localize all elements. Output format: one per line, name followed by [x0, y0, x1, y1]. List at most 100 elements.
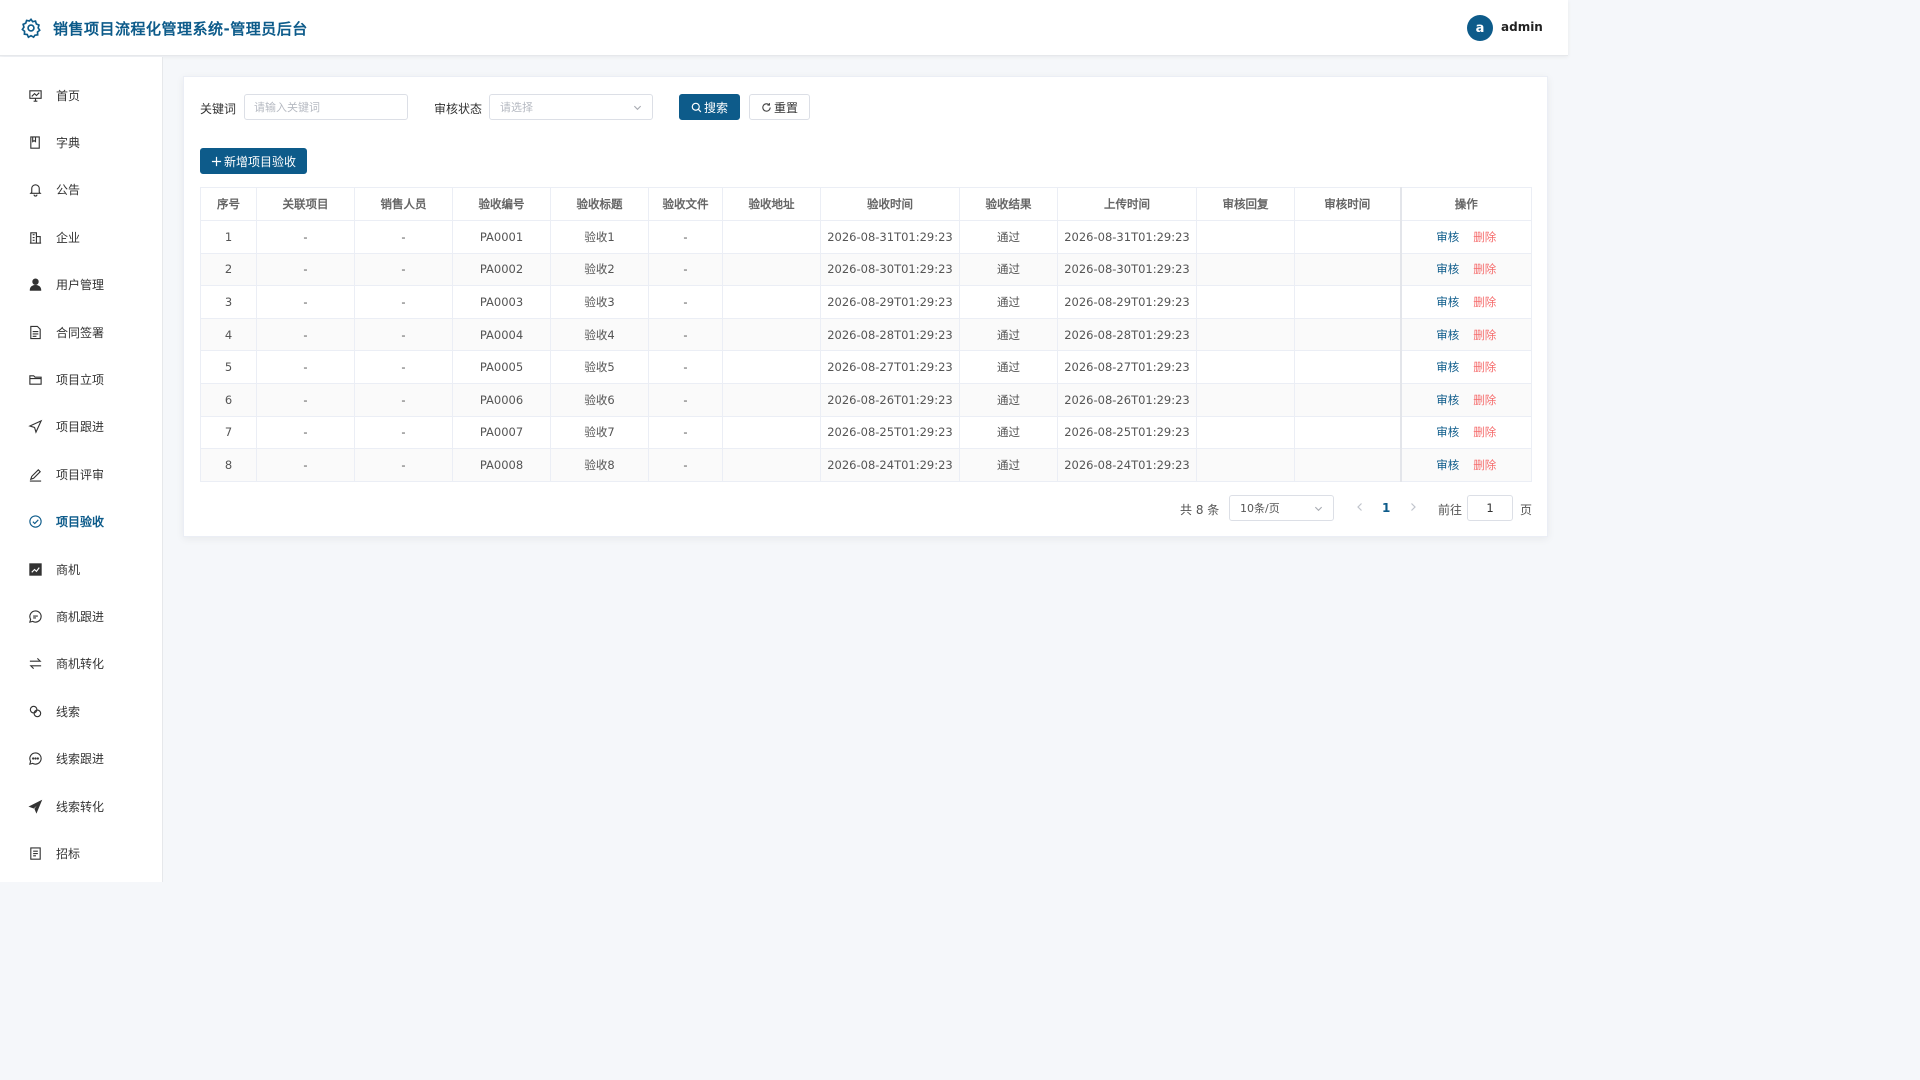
reset-button-label: 重置 [773, 100, 798, 115]
sidebar-item-15[interactable]: 线索转化 [0, 786, 162, 826]
table-cell: - [648, 448, 723, 482]
column-header: 验收结果 [959, 187, 1058, 221]
delete-button[interactable]: 删除 [1473, 295, 1496, 309]
search-button[interactable]: 搜索 [679, 94, 740, 120]
chevron-down-icon [633, 105, 642, 111]
table-cell: 2026-08-24T01:29:23 [820, 448, 960, 482]
column-header: 上传时间 [1057, 187, 1197, 221]
sidebar-item-label: 项目立项 [56, 372, 105, 387]
sidebar-item-11[interactable]: 商机跟进 [0, 596, 162, 636]
sidebar-item-3[interactable]: 企业 [0, 217, 162, 257]
sidebar-item-6[interactable]: 项目立项 [0, 359, 162, 399]
table-cell: 2026-08-24T01:29:23 [1057, 448, 1197, 482]
table-cell: 验收4 [550, 317, 649, 352]
delete-button[interactable]: 删除 [1473, 393, 1496, 407]
table-row: 1- - PA0001 验收1-2026-08-31T01:29:23 通过 2026-0… [200, 220, 1532, 254]
sidebar-item-1[interactable]: 字典 [0, 122, 162, 162]
table-cell [1196, 350, 1295, 384]
sidebar-item-5[interactable]: 合同签署 [0, 312, 162, 352]
status-select[interactable]: 请选择 [489, 94, 653, 120]
audit-button[interactable]: 审核 [1436, 360, 1459, 374]
sidebar-item-label: 企业 [56, 230, 81, 245]
sidebar-item-label: 线索转化 [56, 799, 105, 814]
sidebar-item-14[interactable]: 线索跟进 [0, 739, 162, 779]
delete-button[interactable]: 删除 [1473, 328, 1496, 342]
sidebar-item-10[interactable]: 商机 [0, 549, 162, 589]
audit-button[interactable]: 审核 [1436, 393, 1459, 407]
table-cell: - [648, 285, 723, 319]
table-cell: 验收2 [550, 252, 649, 287]
delete-button[interactable]: 删除 [1473, 425, 1496, 439]
table-row: 4- - PA0004 验收4-2026-08-28T01:29:23 通过 2026-0… [200, 317, 1532, 352]
table-cell [1196, 285, 1295, 319]
audit-button[interactable]: 审核 [1436, 295, 1459, 309]
table-cell: 2026-08-26T01:29:23 [1057, 382, 1197, 417]
sidebar-item-12[interactable]: 商机转化 [0, 644, 162, 684]
keyword-label: 关键词 [200, 102, 237, 116]
avatar[interactable]: a [1467, 15, 1493, 41]
goto-page-input[interactable] [1467, 495, 1513, 521]
audit-button[interactable]: 审核 [1436, 262, 1459, 276]
sidebar-item-7[interactable]: 项目跟进 [0, 407, 162, 447]
delete-button[interactable]: 删除 [1473, 230, 1496, 244]
sidebar-item-16[interactable]: 招标 [0, 833, 162, 873]
delete-button[interactable]: 删除 [1473, 458, 1496, 472]
sidebar-item-0[interactable]: 首页 [0, 75, 162, 115]
table-cell: 验收7 [550, 415, 649, 450]
current-page[interactable]: 1 [1382, 501, 1390, 527]
keyword-input[interactable] [244, 94, 408, 120]
document-icon [28, 325, 43, 340]
book-icon [28, 135, 43, 150]
table-cell: - [354, 285, 453, 319]
row-actions: 审核 删除 [1399, 448, 1532, 482]
column-header: 销售人员 [354, 187, 453, 221]
sidebar-item-label: 项目评审 [56, 467, 105, 482]
sidebar-item-8[interactable]: 项目评审 [0, 454, 162, 494]
gear-icon [21, 17, 41, 39]
sidebar: 首页字典公告企业用户管理合同签署项目立项项目跟进项目评审项目验收商机商机跟进商机… [0, 57, 163, 882]
add-acceptance-button[interactable]: 新增项目验收 [200, 148, 307, 174]
table-cell: PA0006 [452, 382, 551, 417]
table-cell: PA0002 [452, 252, 551, 287]
sidebar-item-2[interactable]: 公告 [0, 170, 162, 210]
column-header: 关联项目 [256, 187, 355, 221]
sidebar-item-4[interactable]: 用户管理 [0, 265, 162, 305]
table-cell: PA0004 [452, 317, 551, 352]
page-size-select[interactable]: 10条/页 [1229, 495, 1334, 521]
audit-button[interactable]: 审核 [1436, 458, 1459, 472]
next-page-icon[interactable] [1408, 502, 1418, 512]
user-icon [28, 277, 43, 292]
table-cell [1196, 317, 1295, 352]
table-cell: - [648, 350, 723, 384]
table-cell: 通过 [959, 285, 1058, 319]
reset-button[interactable]: 重置 [749, 94, 810, 120]
chat-dots-icon [28, 751, 43, 766]
table-header-row: 序号 关联项目 销售人员 验收编号 验收标题 验收文件 验收地址 验收时间 验收结果 上传时间 审核… [200, 187, 1532, 221]
table-cell [1196, 448, 1295, 482]
sidebar-item-label: 商机 [56, 562, 81, 577]
table-cell [722, 285, 821, 319]
audit-button[interactable]: 审核 [1436, 230, 1459, 244]
table-cell: 2026-08-25T01:29:23 [1057, 415, 1197, 450]
add-acceptance-label: 新增项目验收 [223, 154, 296, 169]
table-cell: 通过 [959, 448, 1058, 482]
table-cell: 2026-08-27T01:29:23 [1057, 350, 1197, 384]
pagination-total: 共 8 条 [1180, 503, 1220, 517]
table-cell: 2026-08-26T01:29:23 [820, 382, 960, 417]
table-cell: 2026-08-31T01:29:23 [820, 220, 960, 254]
table-cell: 验收3 [550, 285, 649, 319]
audit-button[interactable]: 审核 [1436, 328, 1459, 342]
table-cell: PA0001 [452, 220, 551, 254]
audit-button[interactable]: 审核 [1436, 425, 1459, 439]
table-cell: - [256, 350, 355, 384]
username[interactable]: admin [1501, 20, 1543, 34]
delete-button[interactable]: 删除 [1473, 262, 1496, 276]
table-cell: 2026-08-29T01:29:23 [820, 285, 960, 319]
sidebar-item-9[interactable]: 项目验收 [0, 502, 162, 542]
prev-page-icon[interactable] [1355, 502, 1365, 512]
delete-button[interactable]: 删除 [1473, 360, 1496, 374]
chat-icon [28, 609, 43, 624]
table-cell: 8 [200, 448, 257, 482]
paper-plane-icon [28, 799, 43, 814]
sidebar-item-13[interactable]: 线索 [0, 691, 162, 731]
